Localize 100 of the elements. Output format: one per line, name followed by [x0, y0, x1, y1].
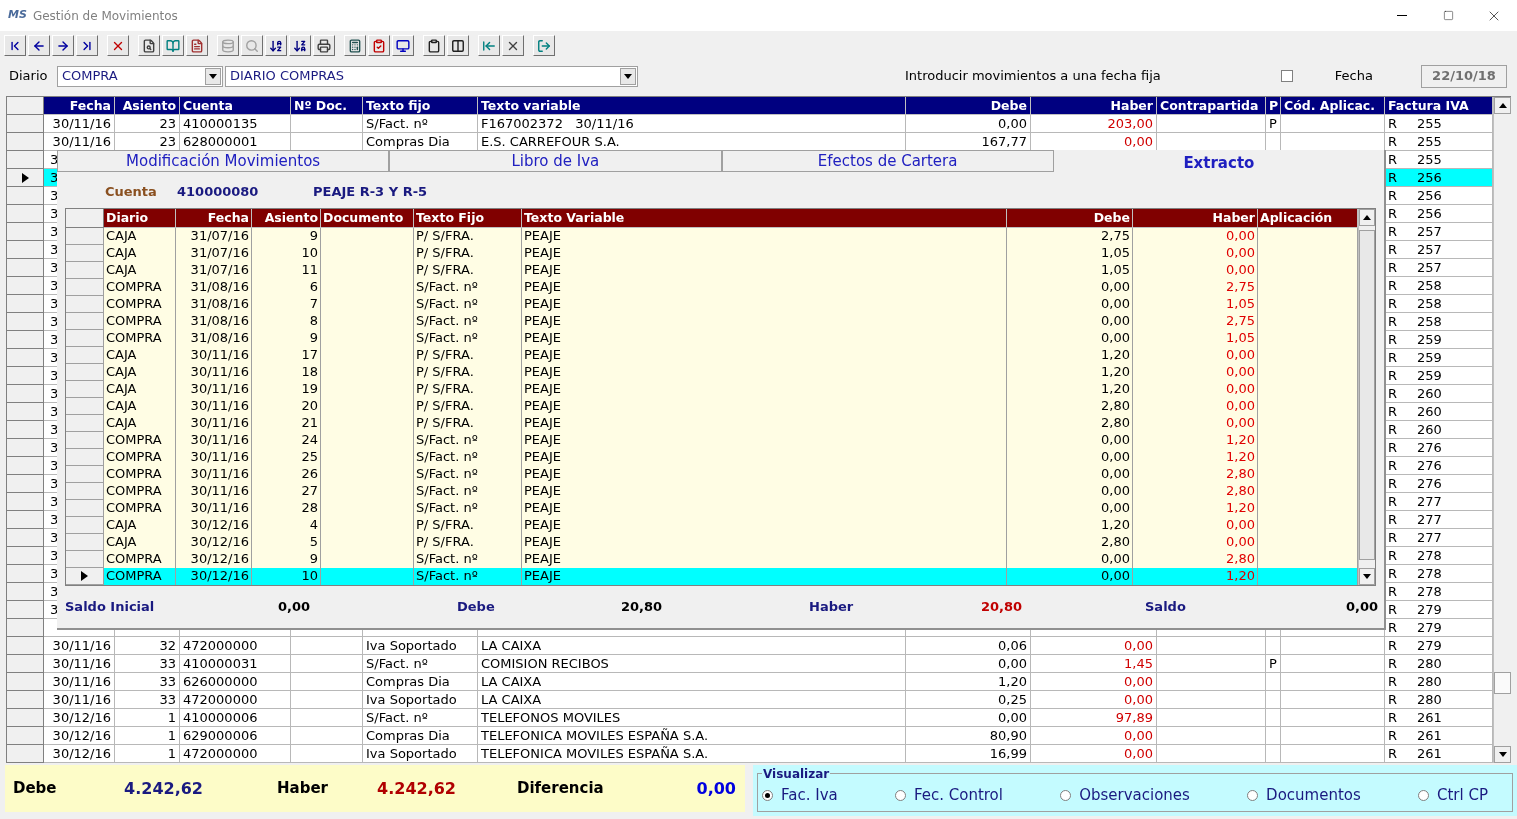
toolbar-button[interactable] [392, 35, 414, 56]
fixed-date-checkbox[interactable] [1280, 70, 1293, 82]
table-row[interactable]: CAJA 30/12/16 4 P/ S/FRA. PEAJE 1,20 0,00 [66, 517, 1358, 534]
table-row[interactable]: CAJA 30/11/16 19 P/ S/FRA. PEAJE 1,20 0,00 [66, 381, 1358, 398]
table-row[interactable]: CAJA 31/07/16 9 P/ S/FRA. PEAJE 2,75 0,00 [66, 228, 1358, 245]
row-selector[interactable] [7, 169, 44, 187]
table-row[interactable]: CAJA 31/07/16 11 P/ S/FRA. PEAJE 1,05 0,00 [66, 262, 1358, 279]
radio-button[interactable] [1417, 790, 1429, 801]
table-row[interactable]: COMPRA 30/11/16 25 S/Fact. nº PEAJE 0,00 1,20 [66, 449, 1358, 466]
table-row[interactable]: 30/11/16 33 472000000 Iva Soportado LA CAIXA 0,25 0,00 R 280 [7, 691, 1493, 709]
scroll-thumb[interactable] [1494, 672, 1511, 694]
scroll-down-button[interactable] [1359, 568, 1375, 585]
radio-button[interactable] [762, 790, 773, 801]
column-header[interactable]: P [1266, 97, 1281, 115]
tab[interactable]: Extracto [1053, 150, 1384, 172]
date-label: Fecha [1334, 67, 1373, 86]
toolbar-button[interactable] [76, 35, 98, 56]
table-row[interactable]: 30/11/16 33 410000031 S/Fact. nº COMISION RECIBOS 0,00 1,45 P R 280 [7, 655, 1493, 673]
column-header[interactable]: Aplicación [1258, 209, 1358, 228]
table-row[interactable]: COMPRA 30/12/16 9 S/Fact. nº PEAJE 0,00 2,80 [66, 551, 1358, 568]
table-row[interactable]: COMPRA 31/08/16 8 S/Fact. nº PEAJE 0,00 2,75 [66, 313, 1358, 330]
scroll-up-button[interactable] [1359, 209, 1375, 226]
column-header[interactable]: Factura IVA [1385, 97, 1493, 115]
column-header[interactable]: Cuenta [180, 97, 291, 115]
toolbar-button[interactable] [186, 35, 208, 56]
scroll-down-icon [1363, 574, 1371, 579]
table-row[interactable]: CAJA 30/11/16 18 P/ S/FRA. PEAJE 1,20 0,00 [66, 364, 1358, 381]
column-header[interactable]: Debe [906, 97, 1031, 115]
column-header[interactable]: Cód. Aplicac. [1281, 97, 1385, 115]
scroll-up-button[interactable] [1494, 97, 1511, 114]
table-row[interactable]: COMPRA 31/08/16 9 S/Fact. nº PEAJE 0,00 1,05 [66, 330, 1358, 347]
table-cell: COMPRA [104, 568, 176, 585]
table-row[interactable]: 30/11/16 23 628000001 Compras Dia E.S. CARREFOUR S.A. 167,77 0,00 R 255 [7, 133, 1493, 151]
toolbar-button[interactable] [502, 35, 524, 56]
column-header[interactable]: Contrapartida [1157, 97, 1266, 115]
column-header[interactable]: Nº Doc. [291, 97, 363, 115]
column-header[interactable]: Texto Variable [522, 209, 1007, 228]
column-header[interactable]: Texto variable [478, 97, 906, 115]
tab[interactable]: Modificación Movimientos [57, 150, 390, 172]
table-row[interactable]: COMPRA 30/11/16 24 S/Fact. nº PEAJE 0,00 1,20 [66, 432, 1358, 449]
radio-option[interactable]: Fac. Iva [762, 784, 838, 807]
radio-button[interactable] [1060, 790, 1072, 801]
table-row[interactable]: CAJA 30/11/16 20 P/ S/FRA. PEAJE 2,80 0,00 [66, 398, 1358, 415]
tab[interactable]: Libro de Iva [389, 150, 722, 172]
toolbar-button[interactable] [138, 35, 160, 56]
toolbar-button[interactable] [28, 35, 50, 56]
toolbar-button[interactable] [289, 35, 311, 56]
column-header[interactable]: Documento [321, 209, 414, 228]
scroll-thumb[interactable] [1359, 230, 1375, 560]
column-header[interactable]: Asiento [115, 97, 180, 115]
toolbar-button[interactable] [344, 35, 366, 56]
table-row[interactable]: COMPRA 30/12/16 10 S/Fact. nº PEAJE 0,00 1,20 [66, 568, 1358, 585]
table-row[interactable]: COMPRA 30/11/16 28 S/Fact. nº PEAJE 0,00 1,20 [66, 500, 1358, 517]
table-row[interactable]: COMPRA 31/08/16 7 S/Fact. nº PEAJE 0,00 1,05 [66, 296, 1358, 313]
monitor-icon [396, 38, 410, 53]
radio-option[interactable]: Documentos [1247, 784, 1361, 807]
table-row[interactable]: CAJA 30/12/16 5 P/ S/FRA. PEAJE 2,80 0,00 [66, 534, 1358, 551]
toolbar-button[interactable] [313, 35, 335, 56]
book-icon [166, 38, 180, 53]
toolbar-button[interactable] [368, 35, 390, 56]
table-row[interactable]: COMPRA 31/08/16 6 S/Fact. nº PEAJE 0,00 2,75 [66, 279, 1358, 296]
toolbar-button[interactable] [4, 35, 26, 56]
row-selector[interactable] [66, 568, 104, 585]
toolbar-button[interactable] [265, 35, 287, 56]
table-row[interactable]: 30/12/16 1 629000006 Compras Dia TELEFONICA MOVILES ESPAÑA S.A. 80,90 0,00 R 261 [7, 727, 1493, 745]
scroll-down-button[interactable] [1494, 746, 1511, 763]
table-row[interactable]: COMPRA 30/11/16 27 S/Fact. nº PEAJE 0,00 2,80 [66, 483, 1358, 500]
toolbar-button[interactable] [423, 35, 445, 56]
table-row[interactable]: 30/12/16 1 410000006 S/Fact. nº TELEFONOS MOVILES 0,00 97,89 R 261 [7, 709, 1493, 727]
column-header[interactable]: Haber [1031, 97, 1157, 115]
column-header[interactable]: Fecha [176, 209, 252, 228]
radio-option[interactable]: Ctrl CP [1417, 784, 1488, 807]
table-row[interactable]: CAJA 30/11/16 17 P/ S/FRA. PEAJE 1,20 0,00 [66, 347, 1358, 364]
column-header[interactable]: Fecha [44, 97, 115, 115]
table-row[interactable]: 30/12/16 1 472000000 Iva Soportado TELEFONICA MOVILES ESPAÑA S.A. 16,99 0,00 R 261 [7, 745, 1493, 763]
column-header[interactable]: Debe [1007, 209, 1133, 228]
column-header[interactable]: Texto Fijo [414, 209, 522, 228]
radio-button[interactable] [1247, 790, 1259, 801]
tab[interactable]: Efectos de Cartera [721, 150, 1054, 172]
radio-button[interactable] [894, 790, 906, 801]
radio-option[interactable]: Observaciones [1060, 784, 1190, 807]
sort-ascending-icon [269, 38, 283, 53]
table-row[interactable]: CAJA 31/07/16 10 P/ S/FRA. PEAJE 1,05 0,00 [66, 245, 1358, 262]
column-header[interactable]: Asiento [252, 209, 321, 228]
table-row[interactable]: 30/11/16 33 626000000 Compras Dia LA CAIXA 1,20 0,00 R 280 [7, 673, 1493, 691]
column-header[interactable]: Diario [104, 209, 176, 228]
diario-name-dropdown[interactable]: DIARIO COMPRAS [225, 65, 638, 87]
column-header[interactable]: Haber [1133, 209, 1258, 228]
toolbar-button[interactable] [447, 35, 469, 56]
table-row[interactable]: 30/11/16 32 472000000 Iva Soportado LA CAIXA 0,06 0,00 R 279 [7, 637, 1493, 655]
total-value: 0,00 [1345, 598, 1378, 617]
table-row[interactable]: COMPRA 30/11/16 26 S/Fact. nº PEAJE 0,00 2,80 [66, 466, 1358, 483]
date-field[interactable]: 22/10/18 [1421, 64, 1507, 88]
toolbar-button[interactable] [107, 35, 129, 56]
column-header[interactable]: Texto fijo [363, 97, 478, 115]
radio-option[interactable]: Fec. Control [894, 784, 1003, 807]
toolbar-button[interactable] [52, 35, 74, 56]
table-row[interactable]: CAJA 30/11/16 21 P/ S/FRA. PEAJE 2,80 0,00 [66, 415, 1358, 432]
diario-code-dropdown[interactable]: COMPRA [57, 65, 223, 87]
table-row[interactable]: 30/11/16 23 410000135 S/Fact. nº F167002372 30/11/16 0,00 203,00 P R 255 [7, 115, 1493, 133]
